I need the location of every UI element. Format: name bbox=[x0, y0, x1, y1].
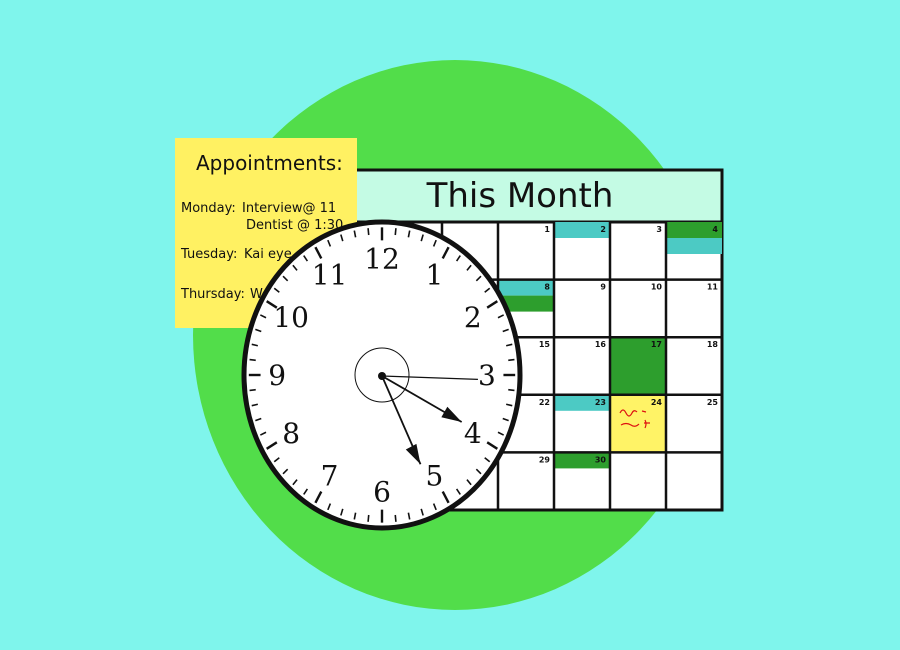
clock-numeral-12: 12 bbox=[364, 243, 400, 276]
note-text-dentist: Dentist @ 1:30 bbox=[246, 218, 343, 233]
calendar-day-3: 3 bbox=[656, 225, 662, 234]
calendar-day-2: 2 bbox=[600, 225, 606, 234]
calendar-day-9: 9 bbox=[600, 283, 606, 292]
clock-tick bbox=[508, 358, 515, 362]
clock-numeral-6: 6 bbox=[373, 475, 391, 508]
calendar-day-1: 1 bbox=[544, 225, 550, 234]
clock-numeral-5: 5 bbox=[426, 460, 444, 493]
clock-center bbox=[378, 372, 386, 380]
clock-icon: 12 12 3 45 6 78 9 1011 bbox=[241, 219, 523, 531]
clock-numeral-4: 4 bbox=[464, 417, 482, 450]
calendar-day-17: 17 bbox=[651, 340, 662, 349]
calendar-day-29: 29 bbox=[539, 455, 551, 464]
note-text-interview: Interview@ 11 bbox=[242, 201, 336, 216]
clock-numeral-11: 11 bbox=[312, 258, 348, 291]
calendar-day-11: 11 bbox=[707, 283, 719, 292]
clock-numeral-1: 1 bbox=[426, 258, 444, 291]
calendar-day-8: 8 bbox=[544, 283, 550, 292]
clock-tick bbox=[508, 388, 515, 392]
calendar-day-23: 23 bbox=[595, 398, 606, 407]
clock-tick bbox=[249, 358, 256, 362]
note-text-kai: Kai eye bbox=[244, 247, 292, 262]
note-day-tuesday: Tuesday: bbox=[180, 247, 237, 262]
note-day-thursday: Thursday: bbox=[180, 287, 245, 302]
illustration: This Month 1 2 3 48 9 10 1115 16 17 1822 23 24 2529 3… bbox=[0, 0, 900, 650]
clock-tick bbox=[367, 514, 370, 522]
clock-tick bbox=[394, 228, 397, 236]
clock-numeral-3: 3 bbox=[478, 359, 496, 392]
calendar-day-4: 4 bbox=[712, 225, 718, 234]
clock-numeral-7: 7 bbox=[321, 460, 339, 493]
calendar-marker-4 bbox=[666, 238, 722, 254]
clock-tick bbox=[249, 388, 256, 392]
clock-numeral-2: 2 bbox=[464, 301, 482, 334]
calendar-day-24: 24 bbox=[651, 398, 663, 407]
clock-numeral-9: 9 bbox=[268, 359, 286, 392]
note-day-monday: Monday: bbox=[181, 201, 236, 216]
calendar-day-18: 18 bbox=[707, 340, 719, 349]
calendar-day-16: 16 bbox=[595, 340, 607, 349]
clock-tick bbox=[367, 228, 370, 236]
clock-tick bbox=[394, 514, 397, 522]
calendar-day-10: 10 bbox=[651, 283, 663, 292]
clock-numeral-10: 10 bbox=[273, 301, 309, 334]
calendar-day-25: 25 bbox=[707, 398, 719, 407]
calendar-day-30: 30 bbox=[595, 455, 607, 464]
calendar-day-15: 15 bbox=[539, 340, 551, 349]
calendar-title: This Month bbox=[426, 176, 614, 216]
clock-numeral-8: 8 bbox=[282, 417, 300, 450]
note-title: Appointments: bbox=[196, 151, 343, 175]
calendar-day-22: 22 bbox=[539, 398, 550, 407]
